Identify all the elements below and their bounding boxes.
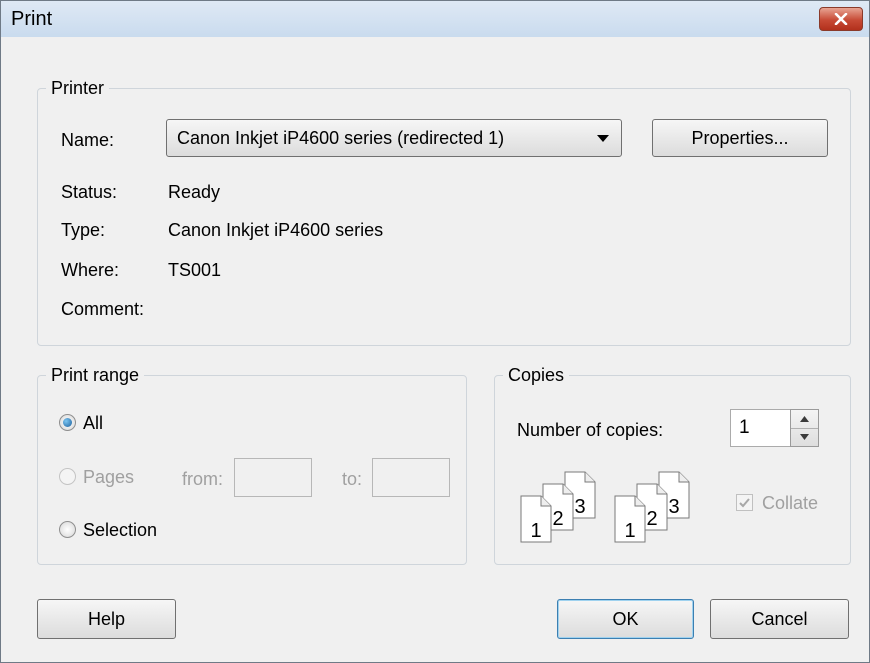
- to-label: to:: [342, 469, 363, 489]
- type-value: Canon Inkjet iP4600 series: [168, 220, 384, 240]
- print-range-group-label: Print range: [46, 363, 145, 387]
- from-input[interactable]: [234, 458, 312, 497]
- collate-pages-icon: 3 2 1: [520, 471, 596, 543]
- spin-up-button[interactable]: [791, 410, 818, 429]
- spin-up-icon: [800, 416, 809, 422]
- radio-all[interactable]: [59, 414, 76, 431]
- printer-group-label: Printer: [46, 76, 110, 100]
- spin-down-icon: [800, 434, 809, 440]
- printer-name-dropdown[interactable]: Canon Inkjet iP4600 series (redirected 1…: [166, 119, 622, 157]
- title-bar[interactable]: Print: [1, 1, 869, 37]
- checkmark-icon: [739, 498, 750, 508]
- radio-all-label[interactable]: All: [83, 412, 103, 434]
- type-label: Type:: [61, 220, 106, 240]
- radio-selection-label[interactable]: Selection: [83, 519, 157, 541]
- collate-page-2: 2: [646, 508, 657, 530]
- copies-spinner[interactable]: [790, 409, 819, 447]
- status-value: Ready: [168, 182, 221, 202]
- copies-input[interactable]: 1: [730, 409, 791, 447]
- window-title: Print: [11, 8, 53, 30]
- printer-name-value: Canon Inkjet iP4600 series (redirected 1…: [177, 128, 505, 148]
- radio-selection[interactable]: [59, 521, 76, 538]
- cancel-button[interactable]: Cancel: [710, 599, 849, 639]
- status-label: Status:: [61, 182, 118, 202]
- from-label: from:: [182, 469, 224, 489]
- spin-down-button[interactable]: [791, 428, 818, 446]
- to-input[interactable]: [372, 458, 450, 497]
- where-label: Where:: [61, 260, 120, 280]
- close-button[interactable]: [819, 7, 863, 31]
- collate-checkbox[interactable]: [736, 494, 753, 511]
- radio-pages[interactable]: [59, 468, 76, 485]
- radio-pages-label[interactable]: Pages: [83, 466, 134, 488]
- dropdown-arrow-icon: [597, 135, 609, 142]
- close-icon: [834, 13, 848, 25]
- collate-page-3: 3: [574, 496, 585, 518]
- copies-group-label: Copies: [503, 363, 570, 387]
- collate-page-1: 1: [624, 520, 635, 542]
- comment-label: Comment:: [61, 299, 145, 319]
- collate-pages-icon: 3 2 1: [614, 471, 690, 543]
- collate-label[interactable]: Collate: [762, 492, 818, 514]
- help-button[interactable]: Help: [37, 599, 176, 639]
- collate-page-2: 2: [552, 508, 563, 530]
- properties-button[interactable]: Properties...: [652, 119, 828, 157]
- collate-page-3: 3: [668, 496, 679, 518]
- copies-input-value: 1: [739, 417, 750, 438]
- number-of-copies-label: Number of copies:: [517, 420, 664, 440]
- ok-button[interactable]: OK: [557, 599, 694, 639]
- print-dialog: Print Printer Name: Canon Inkjet iP4600 …: [0, 0, 870, 663]
- where-value: TS001: [168, 260, 222, 280]
- collate-page-1: 1: [530, 520, 541, 542]
- name-label: Name:: [61, 130, 115, 150]
